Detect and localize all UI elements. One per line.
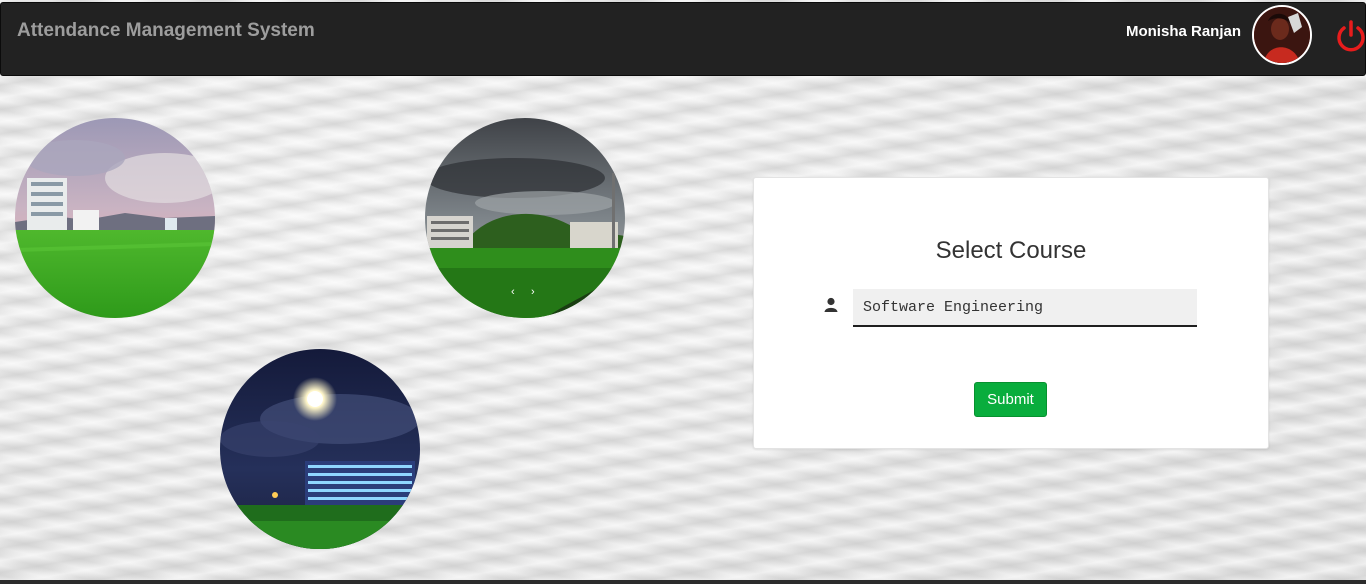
power-icon[interactable]	[1335, 19, 1366, 53]
course-selection-card: Select Course Submit	[753, 177, 1269, 449]
user-icon	[824, 297, 838, 312]
app-title[interactable]: Attendance Management System	[17, 20, 315, 42]
avatar-image	[1254, 7, 1310, 63]
campus-hills-photo	[425, 118, 625, 318]
user-avatar[interactable]	[1252, 5, 1312, 65]
campus-night-photo	[220, 349, 420, 549]
card-title: Select Course	[935, 237, 1087, 264]
carousel-next-control[interactable]: ›	[531, 287, 535, 298]
carousel-prev-control[interactable]: ‹	[511, 287, 515, 298]
top-navbar: Attendance Management System Monisha Ran…	[0, 2, 1366, 76]
campus-daytime-photo	[15, 118, 215, 318]
course-input[interactable]	[853, 289, 1197, 327]
submit-button[interactable]: Submit	[974, 382, 1047, 417]
username-label: Monisha Ranjan	[1125, 23, 1241, 40]
bottom-border	[0, 580, 1366, 584]
